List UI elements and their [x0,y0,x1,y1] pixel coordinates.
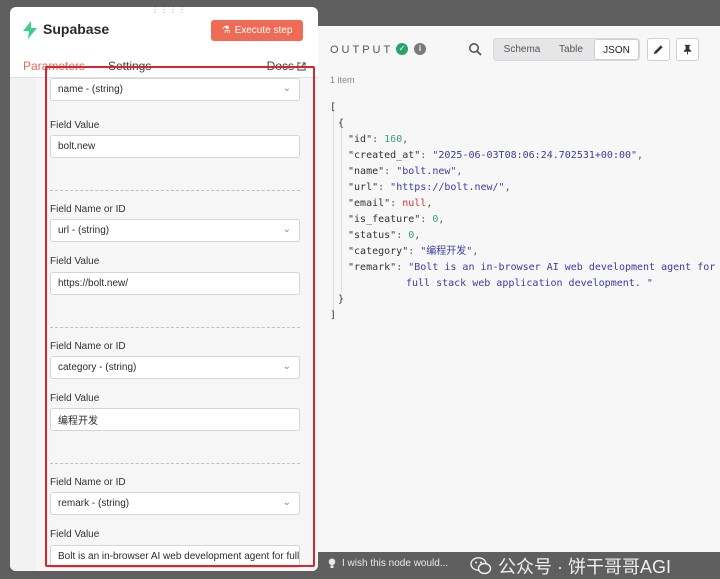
docs-label: Docs [266,59,294,73]
field-value-input[interactable]: 编程开发 [50,408,300,431]
field-name-select[interactable]: name - (string) ⌄ [50,78,300,101]
json-line-is-feature: "is_feature": 0, [348,214,445,225]
field-divider [50,190,300,191]
json-line-remark-cont: full stack web application development. … [406,278,653,289]
watermark: 公众号 · 饼干哥哥AGI [470,553,671,579]
external-link-icon [297,61,306,71]
execute-step-button[interactable]: ⚗ Execute step [211,20,303,41]
watermark-text: 公众号 · 饼干哥哥AGI [498,557,672,577]
field-name-select-value: url - (string) [58,225,110,236]
field-value-input[interactable]: Bolt is an in-browser AI web development… [50,545,300,568]
field-name-select[interactable]: remark - (string) ⌄ [50,492,300,515]
json-line-id: "id": 160, [348,134,409,145]
field-value-text: https://bolt.new/ [58,278,129,289]
json-line-email: "email": null, [348,198,433,209]
flask-icon: ⚗ [221,25,231,36]
json-open-bracket: [ [330,102,337,113]
view-schema-option[interactable]: Schema [498,39,546,60]
success-check-icon: ✓ [396,43,408,55]
field-value-text: bolt.new [58,141,96,152]
pin-icon [683,44,692,55]
output-panel: OUTPUT ✓ i Schema Table JSON 1 item [ { … [318,26,720,552]
docs-link[interactable]: Docs [267,59,306,73]
panel-header: Supabase ⚗ Execute step Parameters Setti… [10,7,318,79]
search-icon[interactable] [468,42,482,56]
panel-gutter [10,78,36,571]
tab-parameters[interactable]: Parameters [23,59,85,73]
node-parameters-panel: ⋮⋮⋮⋮ Supabase ⚗ Execute step Parameters … [10,7,318,571]
chevron-down-icon: ⌄ [282,83,291,94]
field-name-select-value: name - (string) [58,84,124,95]
field-value-text: Bolt is an in-browser AI web development… [58,551,300,562]
view-json-option[interactable]: JSON [594,39,639,60]
json-line-remark: "remark": "Bolt is an in-browser AI web … [348,262,716,273]
indent-guide [333,110,334,310]
chevron-down-icon: ⌄ [282,361,291,372]
info-icon[interactable]: i [414,43,426,55]
field-name-select-value: remark - (string) [58,498,130,509]
json-close-bracket: ] [330,310,337,321]
field-value-input[interactable]: https://bolt.new/ [50,272,300,295]
indent-guide [341,126,342,292]
field-value-label: Field Value [50,393,100,404]
json-line-status: "status": 0, [348,230,421,241]
field-value-label: Field Value [50,120,100,131]
output-view-toggle: Schema Table JSON [493,38,640,61]
json-line-name: "name": "bolt.new", [348,166,463,177]
field-value-label: Field Value [50,256,100,267]
view-table-option[interactable]: Table [550,39,592,60]
json-line-category: "category": "编程开发", [348,246,479,257]
pin-output-button[interactable] [676,38,699,61]
tab-settings[interactable]: Settings [108,59,151,73]
field-name-label: Field Name or ID [50,204,126,215]
node-title: Supabase [43,21,110,37]
item-count: 1 item [330,75,355,85]
field-name-select[interactable]: url - (string) ⌄ [50,219,300,242]
parameters-body: name - (string) ⌄ Field Value bolt.new F… [10,77,318,571]
output-title: OUTPUT [330,44,394,56]
field-name-select[interactable]: category - (string) ⌄ [50,356,300,379]
field-value-input[interactable]: bolt.new [50,135,300,158]
feedback-link[interactable]: I wish this node would... [328,558,448,569]
execute-step-label: Execute step [234,25,293,36]
json-close-brace: } [338,294,345,305]
field-value-label: Field Value [50,529,100,540]
json-line-created-at: "created_at": "2025-06-03T08:06:24.70253… [348,150,644,161]
chevron-down-icon: ⌄ [282,497,291,508]
chevron-down-icon: ⌄ [282,224,291,235]
supabase-bolt-icon [23,21,37,39]
field-value-text: 编程开发 [58,416,98,427]
feedback-label: I wish this node would... [342,558,449,569]
field-divider [50,463,300,464]
lightbulb-icon [328,558,336,568]
bottom-bar: I wish this node would... 公众号 · 饼干哥哥AGI [320,552,720,579]
json-open-brace: { [338,118,345,129]
field-divider [50,327,300,328]
wechat-icon [470,557,492,575]
field-name-label: Field Name or ID [50,477,126,488]
pencil-icon [653,45,663,55]
field-name-label: Field Name or ID [50,341,126,352]
json-line-url: "url": "https://bolt.new/", [348,182,511,193]
panel-tabs: Parameters Settings Docs [10,51,318,79]
field-name-select-value: category - (string) [58,362,137,373]
edit-output-button[interactable] [647,38,670,61]
